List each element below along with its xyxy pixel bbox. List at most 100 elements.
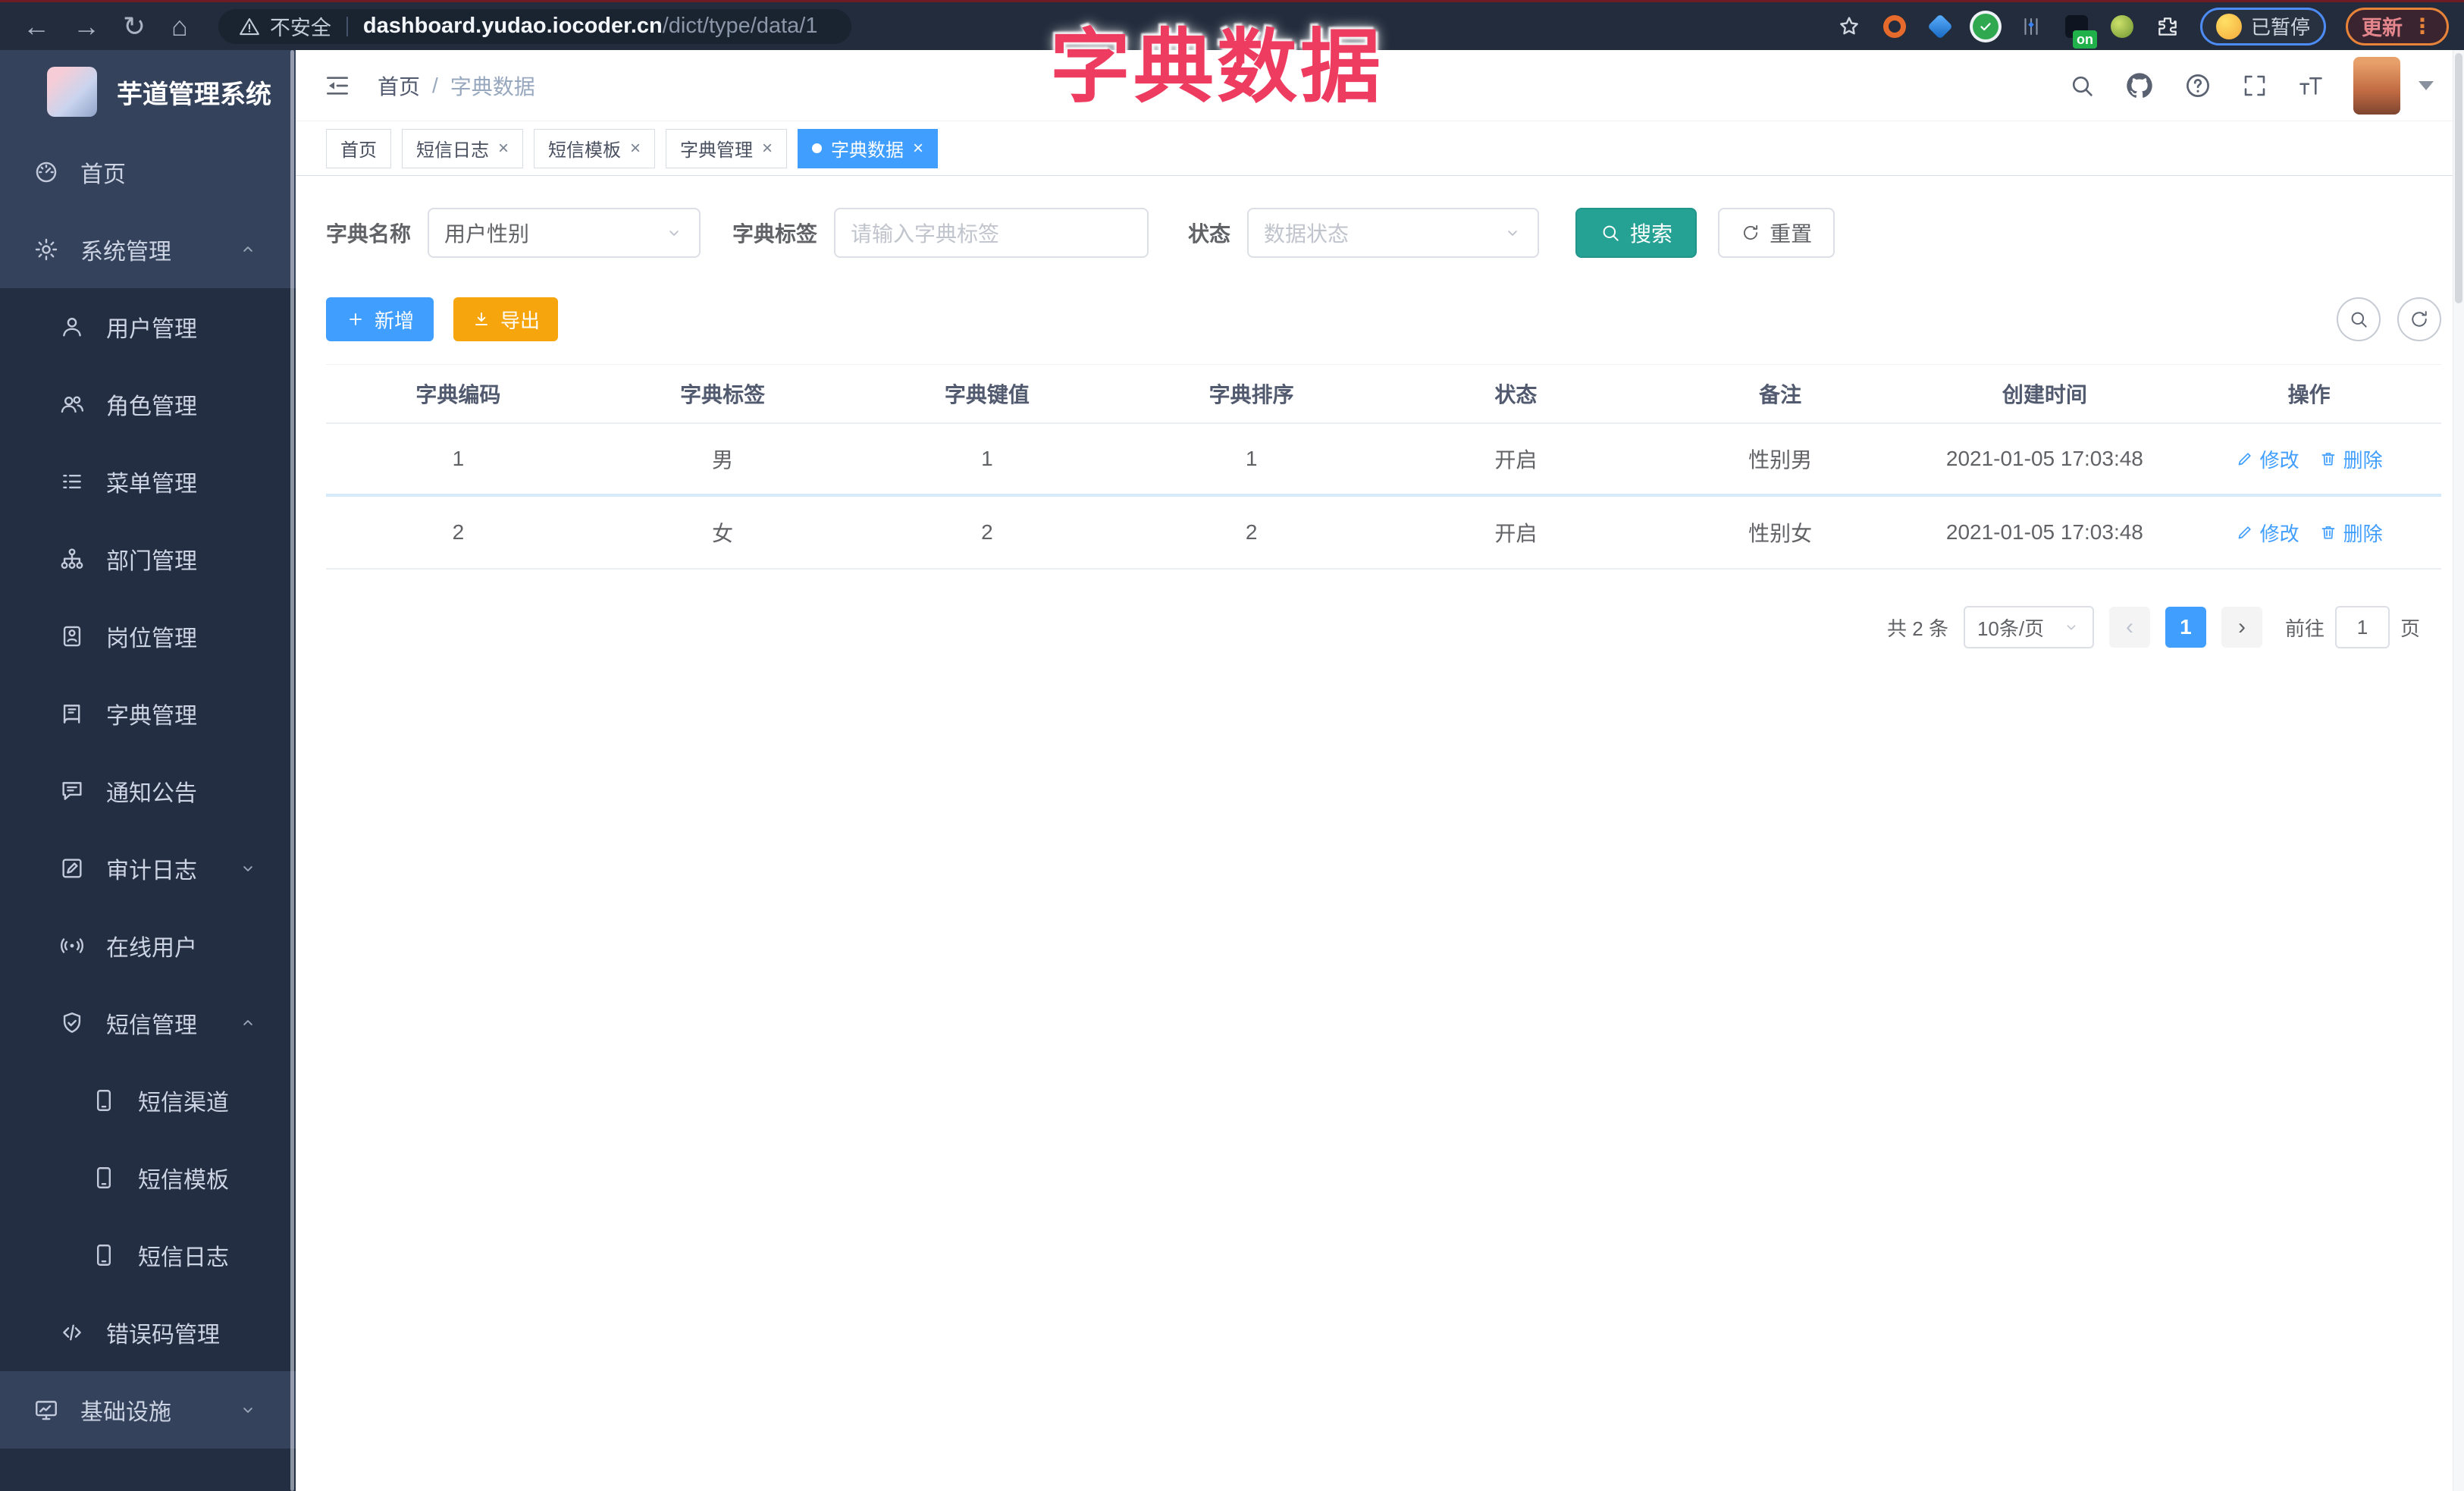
breadcrumb-home[interactable]: 首页 xyxy=(378,71,420,101)
column-header-status: 状态 xyxy=(1494,383,1538,406)
next-page-button[interactable]: › xyxy=(2221,607,2262,648)
sidebar-item-role-management[interactable]: 角色管理 xyxy=(0,366,296,443)
address-bar[interactable]: 不安全 dashboard.yudao.iocoder.cn /dict/typ… xyxy=(218,8,851,44)
search-icon[interactable] xyxy=(2068,72,2096,99)
sidebar-fold-icon[interactable] xyxy=(323,71,352,100)
sidebar-item-home[interactable]: 首页 xyxy=(0,133,296,211)
help-icon[interactable] xyxy=(2183,71,2212,100)
page-size-select[interactable]: 10条/页 xyxy=(1963,606,2094,648)
toggle-search-button[interactable] xyxy=(2337,297,2381,341)
close-icon[interactable]: × xyxy=(630,139,641,158)
prev-page-button[interactable]: ‹ xyxy=(2108,607,2150,648)
search-icon xyxy=(1600,222,1621,243)
online-icon xyxy=(59,933,85,959)
extensions-row: on 已暂停 更新 ⋮ xyxy=(1836,7,2449,49)
edit-link[interactable]: 修改 xyxy=(2236,519,2299,547)
back-icon[interactable]: ← xyxy=(23,12,50,40)
sidebar-logo[interactable]: 芋道管理系统 xyxy=(0,50,296,133)
sidebar-item-online-user[interactable]: 在线用户 xyxy=(0,907,296,984)
sidebar-item-sms-template[interactable]: 短信模板 xyxy=(0,1139,296,1216)
close-icon[interactable]: × xyxy=(762,139,773,158)
monitor-icon xyxy=(33,1397,59,1423)
sidebar-item-sms-management[interactable]: 短信管理 xyxy=(0,984,296,1062)
browser-menu-dots-icon[interactable]: ⋮ xyxy=(2412,14,2433,39)
sidebar-item-dict-management[interactable]: 字典管理 xyxy=(0,675,296,752)
org-tree-icon xyxy=(59,546,85,572)
extension-green-leaf-icon[interactable] xyxy=(2109,14,2135,39)
phone-icon xyxy=(91,1242,117,1268)
table-row[interactable]: 1 男 1 1 开启 性别男 2021-01-05 17:03:48 修改 删除 xyxy=(326,424,2441,497)
sidebar-scrollbar[interactable] xyxy=(290,50,294,1491)
sidebar-item-post-management[interactable]: 岗位管理 xyxy=(0,598,296,675)
font-size-icon[interactable] xyxy=(2297,72,2324,99)
tab-label: 字典数据 xyxy=(831,140,904,161)
cell-value: 2 xyxy=(981,520,993,544)
sidebar-item-user-management[interactable]: 用户管理 xyxy=(0,288,296,366)
goto-page-input[interactable]: 1 xyxy=(2334,606,2390,648)
sidebar-item-infrastructure[interactable]: 基础设施 xyxy=(0,1371,296,1449)
dict-name-select[interactable]: 用户性别 xyxy=(428,208,701,258)
github-icon[interactable] xyxy=(2124,71,2155,101)
sidebar-item-dept-management[interactable]: 部门管理 xyxy=(0,520,296,598)
user-icon xyxy=(59,314,85,340)
sidebar-item-menu-management[interactable]: 菜单管理 xyxy=(0,443,296,520)
extension-sliders-icon[interactable] xyxy=(2018,14,2044,39)
scrollbar-thumb[interactable] xyxy=(2455,53,2462,303)
reset-button[interactable]: 重置 xyxy=(1718,208,1835,258)
reset-button-label: 重置 xyxy=(1770,222,1813,246)
refresh-table-button[interactable] xyxy=(2397,297,2441,341)
add-button[interactable]: 新增 xyxy=(326,297,434,341)
audit-log-icon xyxy=(59,855,85,881)
pencil-icon xyxy=(2236,450,2254,468)
tab-dict-management[interactable]: 字典管理 × xyxy=(666,128,788,168)
dict-label-label: 字典标签 xyxy=(732,222,818,246)
delete-link[interactable]: 删除 xyxy=(2319,519,2383,547)
status-select[interactable]: 数据状态 xyxy=(1247,208,1540,258)
close-icon[interactable]: × xyxy=(498,139,509,158)
extension-orange-ring-icon[interactable] xyxy=(1882,14,1908,39)
extensions-puzzle-icon[interactable] xyxy=(2155,14,2180,39)
edit-link[interactable]: 修改 xyxy=(2236,445,2299,473)
profile-paused-chip[interactable]: 已暂停 xyxy=(2199,7,2326,46)
chevron-down-icon xyxy=(2062,618,2080,636)
chevron-down-icon[interactable] xyxy=(2419,80,2434,90)
close-icon[interactable]: × xyxy=(913,139,923,158)
shield-check-icon xyxy=(59,1010,85,1036)
dict-label-input[interactable]: 请输入字典标签 xyxy=(834,208,1149,258)
tab-sms-log[interactable]: 短信日志 × xyxy=(402,128,524,168)
sidebar-item-sms-channel[interactable]: 短信渠道 xyxy=(0,1062,296,1139)
forward-icon[interactable]: → xyxy=(73,12,100,40)
fullscreen-icon[interactable] xyxy=(2241,72,2268,99)
current-page-button[interactable]: 1 xyxy=(2165,607,2206,648)
dashboard-icon xyxy=(33,159,59,185)
extension-green-check-icon[interactable] xyxy=(1972,13,1998,39)
tab-sms-template[interactable]: 短信模板 × xyxy=(534,128,656,168)
page-size-value: 10条/页 xyxy=(1977,617,2045,640)
user-avatar[interactable] xyxy=(2353,56,2400,115)
sidebar-item-system-management[interactable]: 系统管理 xyxy=(0,211,296,288)
sidebar-item-audit-log[interactable]: 审计日志 xyxy=(0,830,296,907)
delete-link[interactable]: 删除 xyxy=(2319,445,2383,473)
sidebar-item-notice[interactable]: 通知公告 xyxy=(0,752,296,830)
bookmark-star-icon[interactable] xyxy=(1836,14,1862,39)
extension-dark-on-icon[interactable]: on xyxy=(2064,14,2097,49)
extension-blue-gem-icon[interactable] xyxy=(1927,13,1953,39)
tab-dict-data[interactable]: 字典数据 × xyxy=(798,128,939,168)
export-button[interactable]: 导出 xyxy=(453,297,559,341)
sidebar-item-label: 首页 xyxy=(80,162,126,187)
search-button[interactable]: 搜索 xyxy=(1575,208,1698,258)
breadcrumb-separator: / xyxy=(432,73,438,97)
breadcrumb: 首页 / 字典数据 xyxy=(378,71,535,101)
cell-label: 男 xyxy=(712,448,734,472)
reload-icon[interactable]: ↻ xyxy=(123,12,146,40)
cell-value: 1 xyxy=(981,447,993,470)
browser-scrollbar[interactable] xyxy=(2453,50,2464,1491)
home-icon[interactable]: ⌂ xyxy=(171,12,188,40)
tab-home[interactable]: 首页 xyxy=(326,128,391,168)
table-row[interactable]: 2 女 2 2 开启 性别女 2021-01-05 17:03:48 修改 删除 xyxy=(326,497,2441,570)
add-button-label: 新增 xyxy=(375,309,415,332)
sidebar-item-sms-log[interactable]: 短信日志 xyxy=(0,1216,296,1294)
cell-remark: 性别女 xyxy=(1748,522,1813,545)
browser-update-button[interactable]: 更新 ⋮ xyxy=(2346,7,2449,46)
sidebar-item-error-code[interactable]: 错误码管理 xyxy=(0,1294,296,1371)
